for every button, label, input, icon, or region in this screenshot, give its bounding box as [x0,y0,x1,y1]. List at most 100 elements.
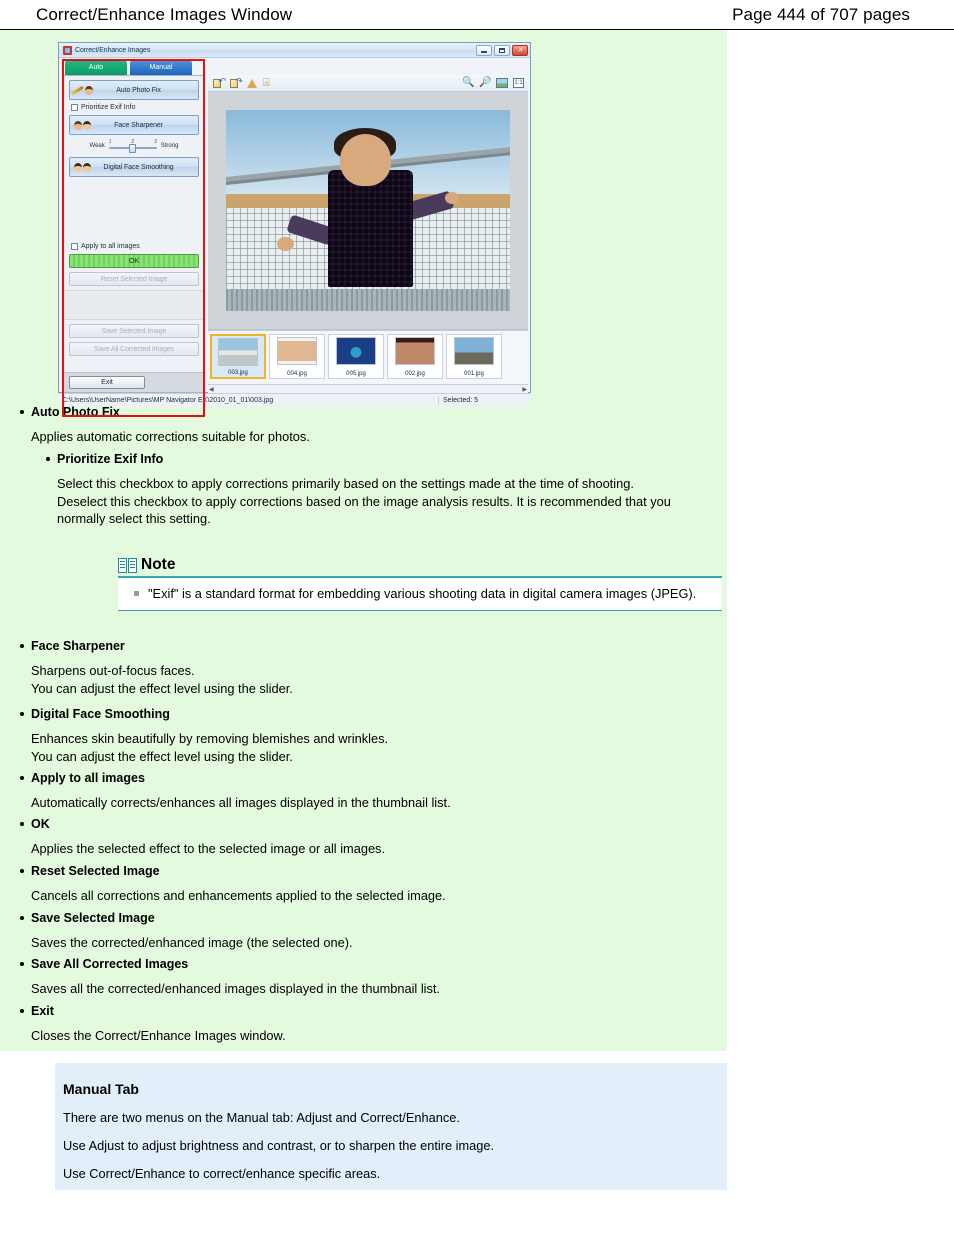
image-toolbar: ↶ ↷ ⍓ 🔍 🔎 1:1 [208,75,528,92]
thumbnail-image [336,337,376,365]
auto-settings-panel: Auto Photo Fix Prioritize Exif Info Face… [63,75,205,393]
tab-bar: Auto Manual [65,61,530,75]
scroll-right-arrow-icon[interactable]: ▶ [522,386,527,393]
maximize-button[interactable] [494,44,510,56]
thumbnail-horizontal-scrollbar[interactable]: ◀ ▶ [208,384,528,393]
section-reset-selected-image: Reset Selected Image Cancels all correct… [0,863,727,905]
face-sharpener-button[interactable]: Face Sharpener [69,115,199,135]
body-prioritize-exif-2: Deselect this checkbox to apply correcti… [57,493,671,527]
thumbnail-list[interactable]: 003.jpg 004.jpg 005.jpg 002.jpg 001.jpg [208,330,528,384]
effect-level-slider[interactable]: 1 2 3 [108,139,157,153]
save-all-corrected-images-label: Save All Corrected Images [93,345,175,353]
auto-photo-fix-icon [71,82,93,98]
thumbnail-image [454,337,494,365]
tab-auto[interactable]: Auto [65,61,127,75]
body-face-sharpener-2: You can adjust the effect level using th… [31,680,293,696]
thumbnail-image [218,338,258,366]
mirror-icon[interactable] [246,77,258,89]
ok-button[interactable]: OK [69,254,199,268]
thumbnail-item[interactable]: 001.jpg [446,334,502,379]
digital-face-smoothing-button[interactable]: Digital Face Smoothing [69,157,199,177]
slider-strong-label: Strong [160,142,179,149]
heading-ok: OK [0,816,727,832]
heading-exit: Exit [0,1003,727,1019]
book-icon [118,557,137,573]
save-all-corrected-images-button[interactable]: Save All Corrected Images [69,342,199,356]
slider-knob[interactable] [128,144,136,153]
thumbnail-label: 002.jpg [405,371,425,377]
zoom-out-icon[interactable]: 🔎 [479,77,491,89]
body-prioritize-exif-1: Select this checkbox to apply correction… [57,476,634,491]
section-digital-face-smoothing: Digital Face Smoothing Enhances skin bea… [0,706,727,765]
heading-digital-face-smoothing: Digital Face Smoothing [0,706,727,722]
thumbnail-item[interactable]: 005.jpg [328,334,384,379]
preview-panel: ↶ ↷ ⍓ 🔍 🔎 1:1 003.jpg 004.jpg 005.jpg 00… [208,75,528,393]
save-selected-image-label: Save Selected Image [101,327,167,335]
minimize-button[interactable] [476,44,492,56]
body-save-all-corrected-images: Saves all the corrected/enhanced images … [31,981,441,996]
thumbnail-item[interactable]: 004.jpg [269,334,325,379]
close-button[interactable]: ✕ [512,44,528,56]
save-selected-image-button[interactable]: Save Selected Image [69,324,199,338]
heading-prioritize-exif: Prioritize Exif Info [0,451,727,467]
body-apply-to-all-images: Automatically corrects/enhances all imag… [31,795,451,810]
tab-manual[interactable]: Manual [130,61,192,75]
reset-selected-image-label: Reset Selected Image [100,275,168,283]
actual-size-icon[interactable]: 1:1 [513,78,524,88]
auto-photo-fix-label: Auto Photo Fix [116,86,161,94]
auto-photo-fix-button[interactable]: Auto Photo Fix [69,80,199,100]
thumbnail-label: 005.jpg [346,371,366,377]
section-apply-to-all-images: Apply to all images Automatically correc… [0,770,727,812]
section-exit: Exit Closes the Correct/Enhance Images w… [0,1003,727,1045]
section-save-all-corrected-images: Save All Corrected Images Saves all the … [0,956,727,998]
thumbnail-item[interactable]: 002.jpg [387,334,443,379]
page-header: Correct/Enhance Images Window Page 444 o… [0,0,954,30]
heading-save-selected-image: Save Selected Image [0,910,727,926]
status-selected-count: Selected: 5 [438,397,530,404]
slider-weak-label: Weak [89,142,105,149]
window-titlebar: Correct/Enhance Images ✕ [59,43,530,58]
thumbnail-image [395,337,435,365]
apply-to-all-images-row[interactable]: Apply to all images [71,243,199,250]
thumbnail-item[interactable]: 003.jpg [210,334,266,379]
app-icon [63,45,72,55]
prioritize-exif-checkbox[interactable] [71,104,78,111]
face-sharpener-label: Face Sharpener [114,121,163,129]
prioritize-exif-checkbox-row[interactable]: Prioritize Exif Info [71,104,199,111]
fit-to-window-icon[interactable] [496,78,508,88]
section-save-selected-image: Save Selected Image Saves the corrected/… [0,910,727,952]
thumbnail-label: 004.jpg [287,371,307,377]
body-face-sharpener-1: Sharpens out-of-focus faces. [31,663,195,678]
manual-tab-section: Manual Tab There are two menus on the Ma… [55,1063,727,1190]
scroll-left-arrow-icon[interactable]: ◀ [209,386,214,393]
reset-selected-image-button[interactable]: Reset Selected Image [69,272,199,286]
thumbnail-label: 003.jpg [228,370,248,376]
status-file-path: C:\Users\UserName\Pictures\MP Navigator … [62,397,274,404]
rotate-left-icon[interactable]: ↶ [212,77,225,89]
note-body: "Exif" is a standard format for embeddin… [118,577,722,611]
image-preview-area[interactable] [208,92,528,330]
manual-tab-content: Manual Tab There are two menus on the Ma… [55,1063,727,1203]
exit-button[interactable]: Exit [69,376,145,389]
manual-tab-paragraph-1: There are two menus on the Manual tab: A… [63,1110,460,1125]
panel-blank-area [69,181,199,243]
body-digital-face-smoothing-2: You can adjust the effect level using th… [31,748,293,764]
rotate-right-icon[interactable]: ↷ [229,77,242,89]
body-auto-photo-fix: Applies automatic corrections suitable f… [31,429,310,444]
heading-face-sharpener: Face Sharpener [0,638,727,654]
slider-tick-3: 3 [153,139,157,145]
prioritize-exif-label: Prioritize Exif Info [81,104,136,111]
apply-to-all-images-checkbox[interactable] [71,243,78,250]
heading-reset-selected-image: Reset Selected Image [0,863,727,879]
section-prioritize-exif: Prioritize Exif Info Select this checkbo… [0,451,727,528]
apply-to-all-images-label: Apply to all images [81,243,140,250]
slider-tick-1: 1 [108,139,112,145]
note-item: "Exif" is a standard format for embeddin… [128,585,712,602]
heading-save-all-corrected-images: Save All Corrected Images [0,956,727,972]
zoom-in-icon[interactable]: 🔍 [462,77,474,89]
effect-level-slider-row[interactable]: Weak 1 2 3 Strong [69,139,199,153]
note-box: Note "Exif" is a standard format for emb… [118,556,722,611]
body-digital-face-smoothing-1: Enhances skin beautifully by removing bl… [31,731,389,746]
body-ok: Applies the selected effect to the selec… [31,841,386,856]
crop-icon[interactable]: ⍓ [263,77,275,89]
